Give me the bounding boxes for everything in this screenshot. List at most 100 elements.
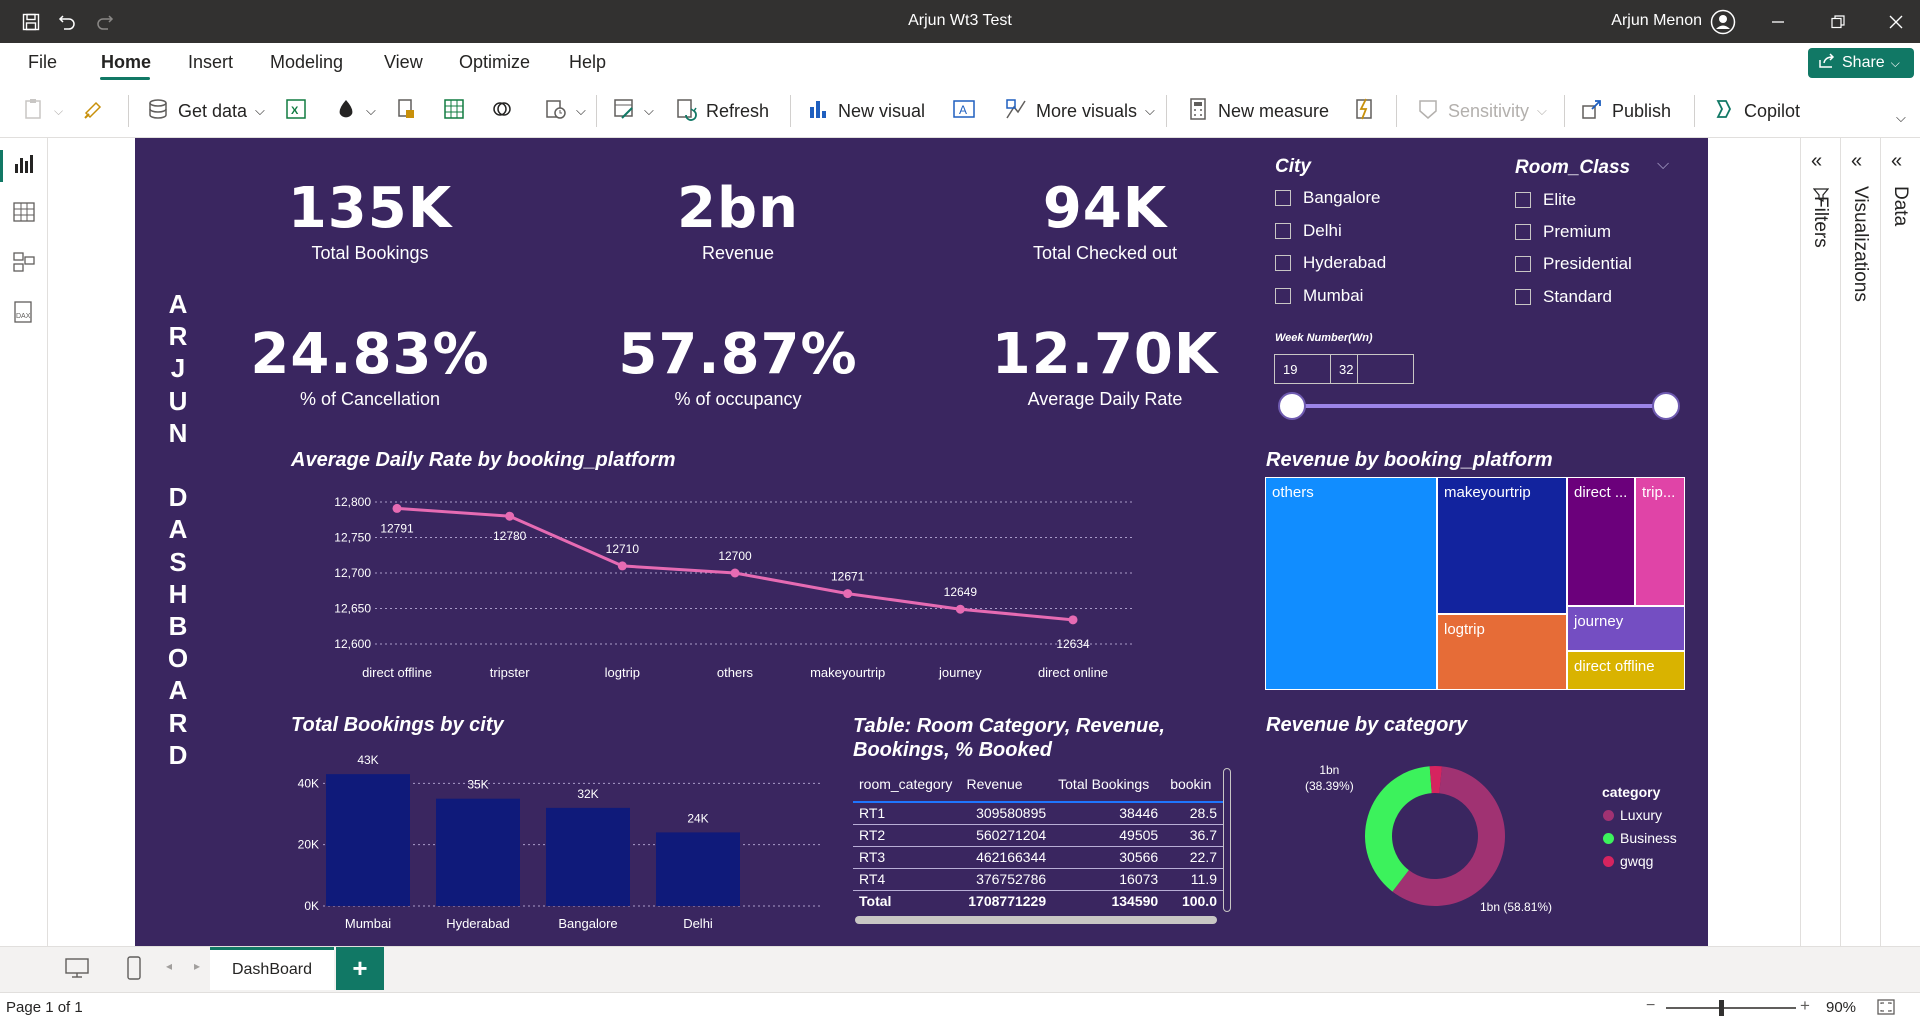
checkbox[interactable] [1275,223,1291,239]
scroll-right-icon[interactable]: ▸ [194,959,200,973]
data-pane[interactable]: « Data [1880,138,1920,946]
sql-server-button[interactable] [394,96,418,126]
legend-item-business[interactable]: Business [1603,830,1677,846]
text-box-button[interactable]: A [952,96,976,126]
checkbox[interactable] [1515,224,1531,240]
room-class-option[interactable]: Presidential [1515,254,1632,274]
get-data-button[interactable]: Get data ⌵ [146,96,265,126]
zoom-in-icon[interactable]: + [1800,996,1810,1016]
table-row[interactable]: RT3 462166344 30566 22.7 [853,846,1223,869]
more-visuals-button[interactable]: More visuals ⌵ [1004,96,1155,126]
kpi-revenue[interactable]: 2bn Revenue [613,176,863,264]
treemap-tile-logtrip[interactable]: logtrip [1437,614,1567,690]
kpi-cancellation[interactable]: 24.83% % of Cancellation [235,322,505,410]
page-tab-dashboard[interactable]: DashBoard [210,947,334,990]
treemap-tile-journey[interactable]: journey [1567,606,1685,651]
bookings-by-city-bar-chart[interactable]: 0K 20K 40K 43K Mumbai 35K Hyderabad 32K Bangalor… [275,748,835,938]
share-button[interactable]: Share ⌵ [1808,48,1914,78]
kpi-occupancy[interactable]: 57.87% % of occupancy [603,322,873,410]
scroll-left-icon[interactable]: ◂ [166,959,172,973]
treemap-tile-direct-online[interactable]: direct ... [1567,477,1635,606]
menu-insert[interactable]: Insert [188,52,233,73]
menu-view[interactable]: View [384,52,423,73]
table-header-cell[interactable]: room_category [853,766,961,803]
data-pane-label[interactable]: Data [1889,186,1911,226]
visualizations-pane-label[interactable]: Visualizations [1849,186,1871,302]
paste-button[interactable]: ⌵ [22,96,63,126]
onelake-button[interactable]: ⌵ [334,96,376,126]
menu-file[interactable]: File [28,52,57,73]
city-option[interactable]: Hyderabad [1275,253,1386,273]
legend-item-gwqg[interactable]: gwqg [1603,853,1653,869]
checkbox[interactable] [1515,192,1531,208]
report-view-icon[interactable] [12,152,36,176]
zoom-slider-handle[interactable] [1719,1000,1724,1016]
recent-sources-button[interactable]: ⌵ [544,96,586,126]
expand-chevron-icon[interactable]: « [1811,150,1822,173]
ribbon-collapse-button[interactable]: ⌵ [1896,103,1906,133]
kpi-total-bookings[interactable]: 135K Total Bookings [245,176,495,264]
adr-line-chart[interactable]: 12,600 12,650 12,700 12,750 12,800 12791 direc… [275,474,1135,684]
model-view-icon[interactable] [12,250,36,274]
minimize-button[interactable] [1758,6,1798,38]
transform-data-button[interactable]: ⌵ [612,96,654,126]
room-class-option[interactable]: Standard [1515,287,1612,307]
table-row[interactable]: RT4 376752786 16073 11.9 [853,868,1223,891]
week-slider-min-handle[interactable] [1278,392,1306,420]
excel-button[interactable]: X [284,96,308,126]
city-option[interactable]: Delhi [1275,221,1342,241]
zoom-level[interactable]: 90% [1826,999,1856,1016]
close-button[interactable] [1876,6,1916,38]
add-page-button[interactable]: + [336,947,384,990]
expand-chevron-icon[interactable]: « [1891,150,1902,173]
treemap-tile-direct-offline[interactable]: direct offline [1567,651,1685,690]
room-category-table[interactable]: room_category Revenue Total Bookings boo… [853,766,1223,914]
table-vertical-scrollbar[interactable] [1223,768,1231,912]
checkbox[interactable] [1515,256,1531,272]
refresh-button[interactable]: Refresh [674,96,769,126]
filters-pane[interactable]: « Filters [1800,138,1840,946]
city-option[interactable]: Bangalore [1275,188,1381,208]
menu-optimize[interactable]: Optimize [459,52,530,73]
room-class-option[interactable]: Premium [1515,222,1611,242]
table-horizontal-scrollbar[interactable] [855,916,1217,924]
menu-home[interactable]: Home [101,52,151,73]
table-row[interactable]: RT2 560271204 49505 36.7 [853,824,1223,847]
publish-button[interactable]: Publish [1580,96,1671,126]
dataverse-button[interactable] [490,96,514,126]
treemap-tile-others[interactable]: others [1265,477,1437,690]
week-slider-track[interactable] [1292,404,1666,408]
sensitivity-button[interactable]: Sensitivity ⌵ [1416,96,1547,126]
kpi-average-daily-rate[interactable]: 12.70K Average Daily Rate [970,322,1240,410]
checkbox[interactable] [1275,288,1291,304]
legend-item-luxury[interactable]: Luxury [1603,807,1662,823]
copilot-button[interactable]: Copilot [1712,96,1800,126]
enter-data-button[interactable] [442,96,466,126]
mobile-layout-icon[interactable] [126,955,142,986]
visualizations-pane[interactable]: « Visualizations [1840,138,1880,946]
desktop-layout-icon[interactable] [64,957,90,984]
zoom-out-icon[interactable]: − [1646,997,1655,1015]
chevron-down-icon[interactable]: ⌵ [1657,156,1669,174]
user-name[interactable]: Arjun Menon [1611,12,1702,30]
checkbox[interactable] [1275,255,1291,271]
expand-chevron-icon[interactable]: « [1851,150,1862,173]
room-class-option[interactable]: Elite [1515,190,1576,210]
table-view-icon[interactable] [12,200,36,224]
treemap-tile-makeyourtrip[interactable]: makeyourtrip [1437,477,1567,614]
kpi-checked-out[interactable]: 94K Total Checked out [970,176,1240,264]
new-visual-button[interactable]: New visual [806,96,925,126]
table-header-cell[interactable]: Total Bookings [1052,766,1165,803]
menu-help[interactable]: Help [569,52,606,73]
week-slider-max-handle[interactable] [1652,392,1680,420]
checkbox[interactable] [1515,289,1531,305]
week-max-input[interactable]: 32 [1330,354,1414,384]
fit-to-page-icon[interactable] [1876,998,1896,1020]
avatar-icon[interactable] [1710,9,1736,35]
format-painter-button[interactable] [82,96,106,126]
new-measure-button[interactable]: New measure [1186,96,1329,126]
table-row[interactable]: RT1 309580895 38446 28.5 [853,802,1223,825]
checkbox[interactable] [1275,190,1291,206]
treemap-tile-tripster[interactable]: trip... [1635,477,1685,606]
table-header-cell[interactable]: bookin [1164,766,1223,803]
